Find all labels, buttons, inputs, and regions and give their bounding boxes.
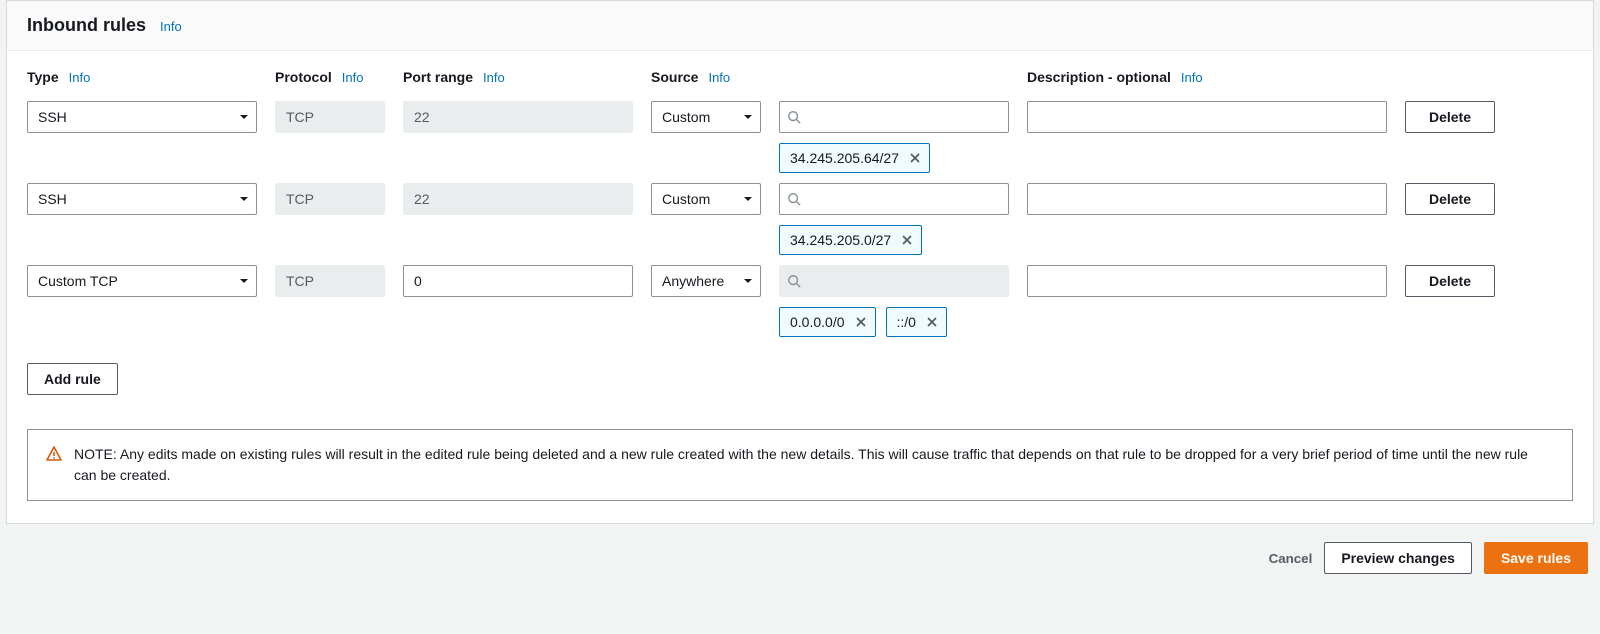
column-header-actions <box>1405 69 1495 91</box>
source-chip: ::/0 <box>886 307 947 337</box>
delete-rule-button[interactable]: Delete <box>1405 265 1495 297</box>
chip-label: 34.245.205.64/27 <box>790 150 899 166</box>
port-input[interactable] <box>403 265 633 297</box>
delete-rule-button[interactable]: Delete <box>1405 101 1495 133</box>
cancel-button[interactable]: Cancel <box>1269 542 1313 574</box>
port-field: 22 <box>403 101 633 133</box>
alert-text: NOTE: Any edits made on existing rules w… <box>74 444 1554 486</box>
remove-chip-icon[interactable] <box>855 316 867 328</box>
column-label: Source <box>651 69 698 85</box>
protocol-field: TCP <box>275 265 385 297</box>
info-link-port[interactable]: Info <box>483 70 505 85</box>
info-link-protocol[interactable]: Info <box>342 70 364 85</box>
source-mode-select[interactable]: Custom <box>651 183 761 215</box>
panel-body: Type Info Protocol Info Port range Info … <box>7 51 1593 523</box>
warning-icon <box>46 446 62 462</box>
info-link-description[interactable]: Info <box>1181 70 1203 85</box>
remove-chip-icon[interactable] <box>926 316 938 328</box>
panel-header: Inbound rules Info <box>7 1 1593 51</box>
info-link-source[interactable]: Info <box>708 70 730 85</box>
column-header-source: Source Info <box>651 69 761 91</box>
info-link-header[interactable]: Info <box>160 19 182 34</box>
source-mode-select[interactable]: Custom <box>651 101 761 133</box>
source-search <box>779 101 1009 133</box>
source-chip: 0.0.0.0/0 <box>779 307 876 337</box>
column-label: Port range <box>403 69 473 85</box>
port-field: 22 <box>403 183 633 215</box>
column-label: Type <box>27 69 59 85</box>
chip-label: 34.245.205.0/27 <box>790 232 891 248</box>
source-chip: 34.245.205.0/27 <box>779 225 922 255</box>
description-input[interactable] <box>1027 101 1387 133</box>
source-chips: 34.245.205.0/27 <box>779 225 1009 255</box>
source-chip: 34.245.205.64/27 <box>779 143 930 173</box>
description-input[interactable] <box>1027 183 1387 215</box>
inbound-rules-panel: Inbound rules Info Type Info Protocol In… <box>6 0 1594 524</box>
column-header-port: Port range Info <box>403 69 633 91</box>
type-select[interactable]: Custom TCP <box>27 265 257 297</box>
description-input[interactable] <box>1027 265 1387 297</box>
type-select[interactable]: SSH <box>27 101 257 133</box>
source-mode-select[interactable]: Anywhere <box>651 265 761 297</box>
preview-changes-button[interactable]: Preview changes <box>1324 542 1472 574</box>
protocol-field: TCP <box>275 101 385 133</box>
remove-chip-icon[interactable] <box>909 152 921 164</box>
source-search-input[interactable] <box>779 101 1009 133</box>
protocol-field: TCP <box>275 183 385 215</box>
footer-actions: Cancel Preview changes Save rules <box>0 524 1600 584</box>
alert-box: NOTE: Any edits made on existing rules w… <box>27 429 1573 501</box>
info-link-type[interactable]: Info <box>69 70 91 85</box>
source-search <box>779 183 1009 215</box>
column-header-source-search <box>779 69 1009 91</box>
add-rule-button[interactable]: Add rule <box>27 363 118 395</box>
type-select[interactable]: SSH <box>27 183 257 215</box>
column-header-type: Type Info <box>27 69 257 91</box>
source-chips: 34.245.205.64/27 <box>779 143 1009 173</box>
source-chips: 0.0.0.0/0::/0 <box>779 307 1009 337</box>
delete-rule-button[interactable]: Delete <box>1405 183 1495 215</box>
column-label: Protocol <box>275 69 332 85</box>
column-header-description: Description - optional Info <box>1027 69 1387 91</box>
source-search <box>779 265 1009 297</box>
source-search-input <box>779 265 1009 297</box>
chip-label: 0.0.0.0/0 <box>790 314 845 330</box>
rules-grid: Type Info Protocol Info Port range Info … <box>27 69 1573 337</box>
page-title: Inbound rules <box>27 15 146 36</box>
column-header-protocol: Protocol Info <box>275 69 385 91</box>
source-search-input[interactable] <box>779 183 1009 215</box>
chip-label: ::/0 <box>897 314 916 330</box>
remove-chip-icon[interactable] <box>901 234 913 246</box>
save-rules-button[interactable]: Save rules <box>1484 542 1588 574</box>
column-label: Description - optional <box>1027 69 1171 85</box>
